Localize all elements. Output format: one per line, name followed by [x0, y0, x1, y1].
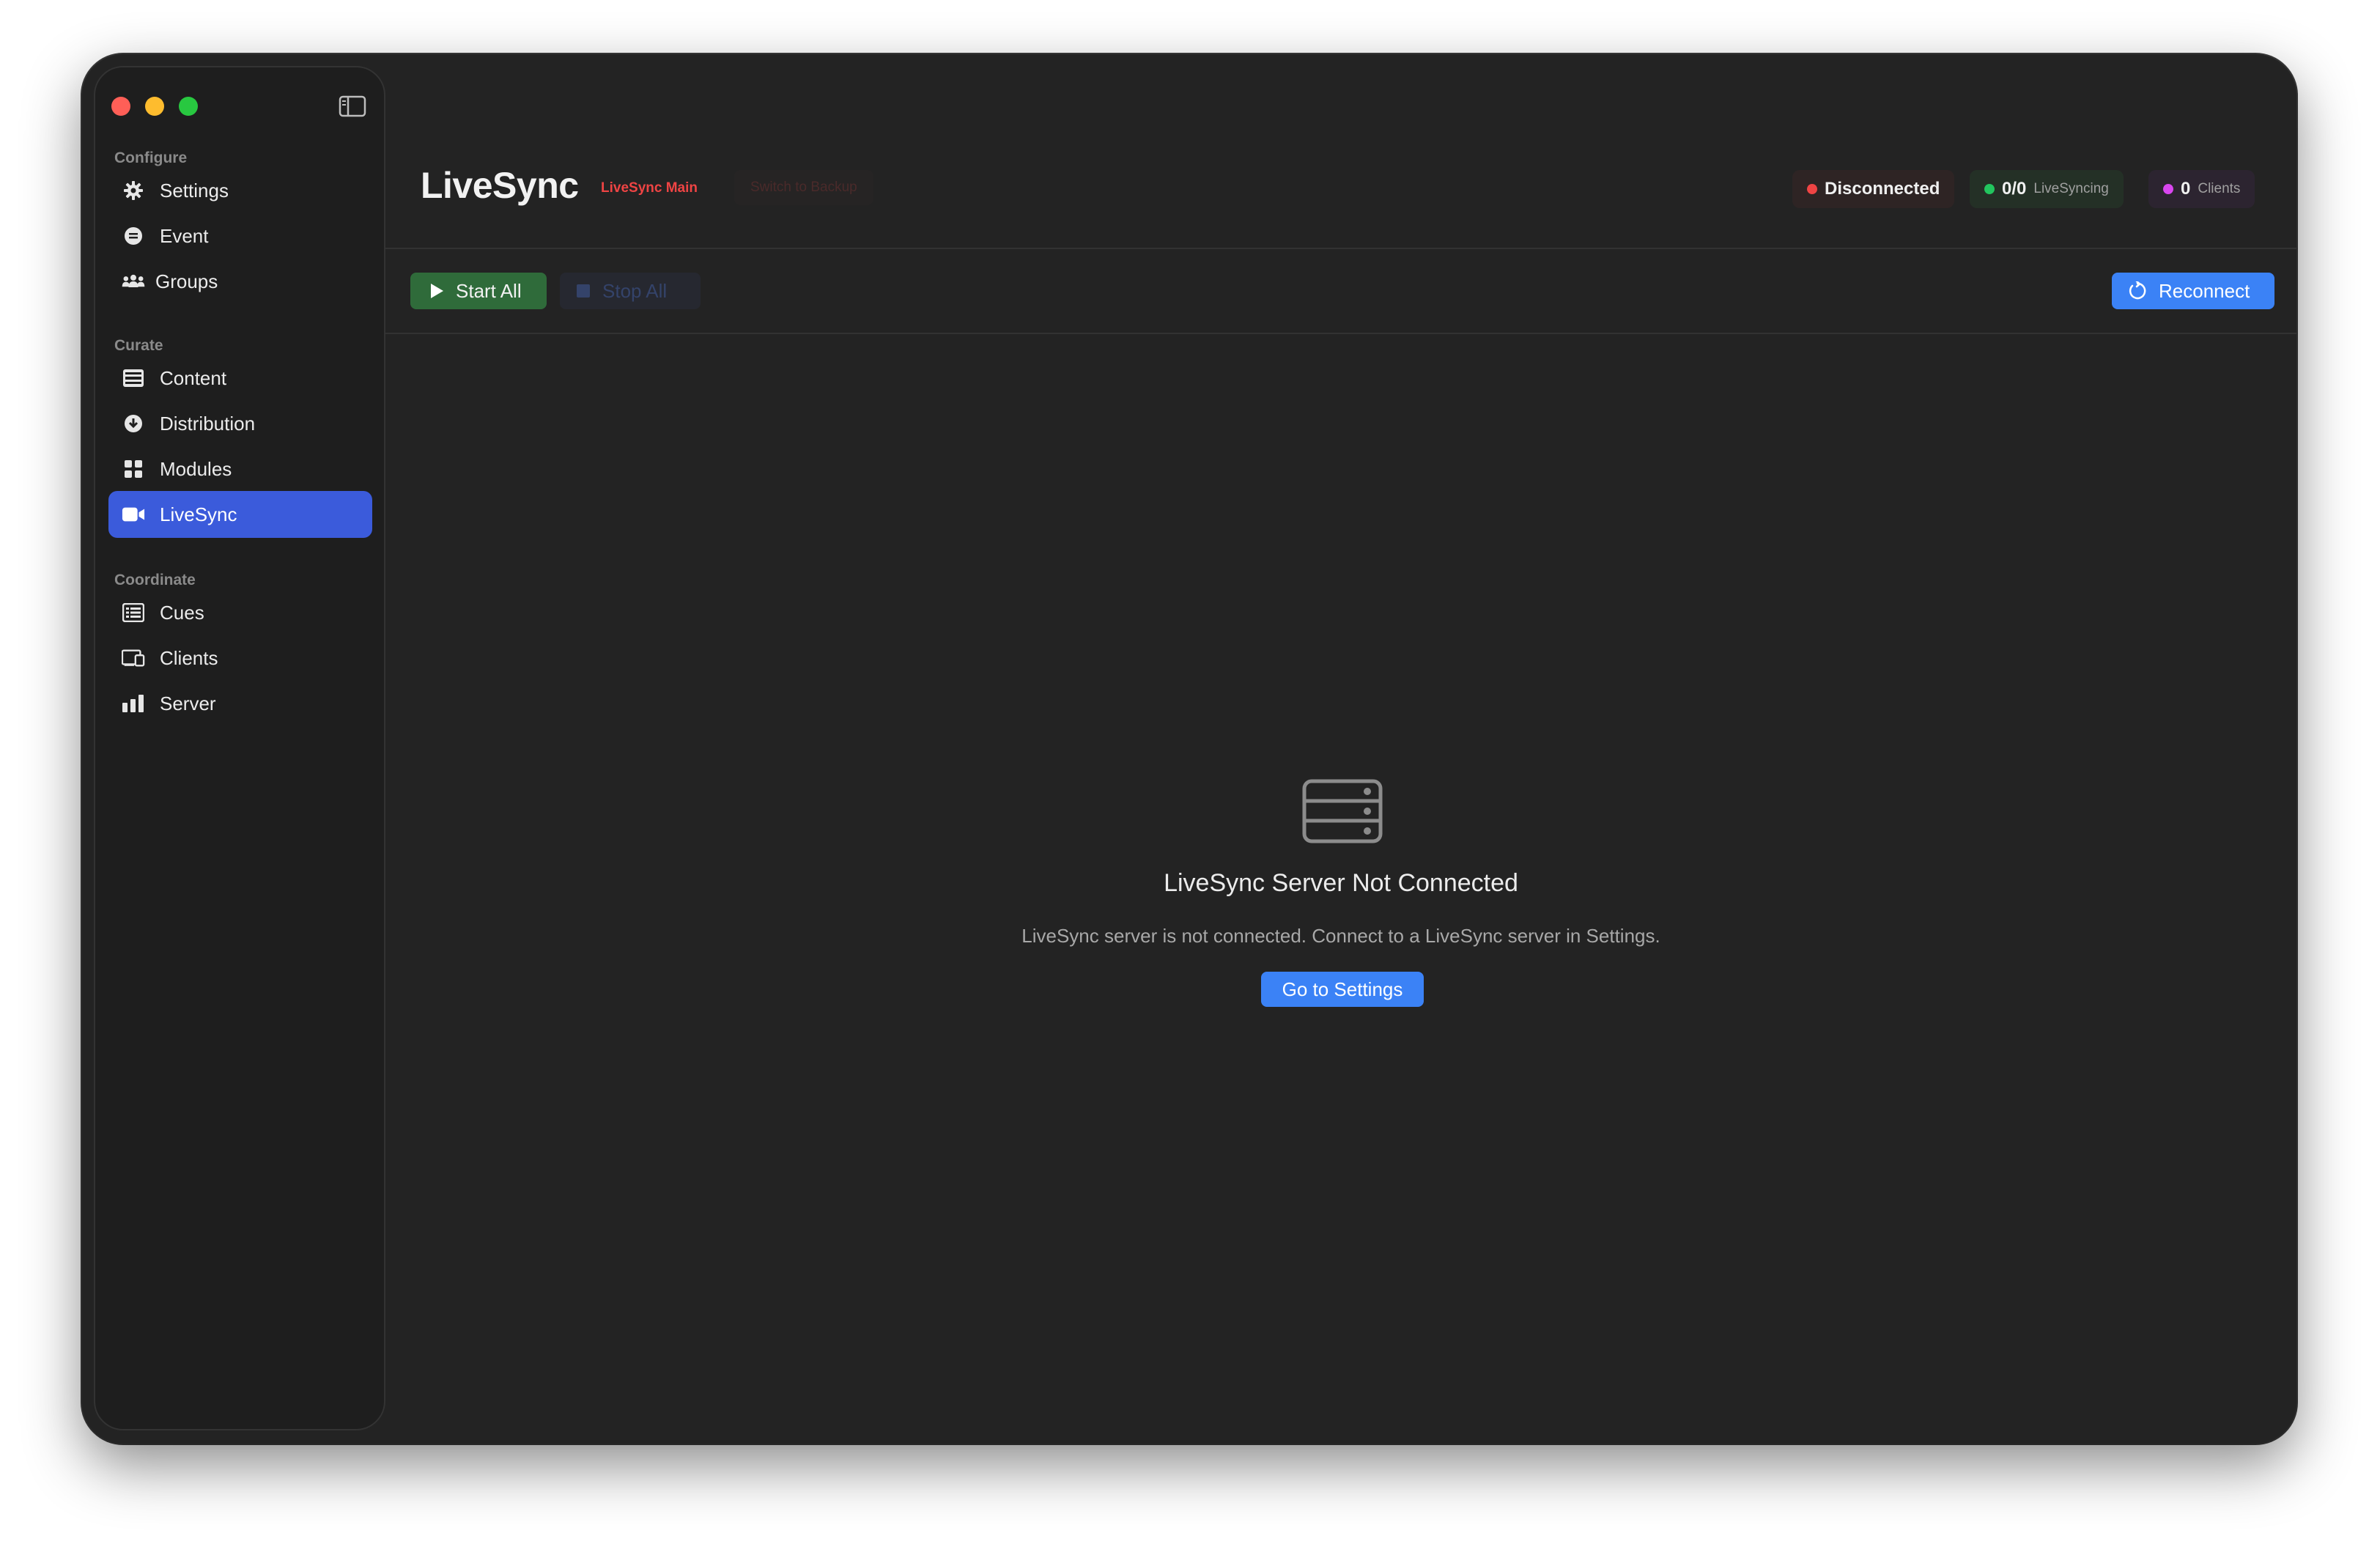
- sidebar-item-label: Event: [160, 224, 209, 247]
- clients-status-badge: 0 Clients: [2148, 170, 2255, 208]
- livesyncing-label: LiveSyncing: [2033, 181, 2109, 196]
- sidebar-item-settings[interactable]: Settings: [108, 167, 372, 214]
- server-role-tag: LiveSync Main: [601, 180, 698, 196]
- sidebar-item-label: Settings: [160, 179, 229, 202]
- app-window: Configure Settings Event Groups Curate C…: [82, 54, 2296, 1444]
- clients-label: Clients: [2198, 181, 2241, 196]
- sidebar-item-livesync[interactable]: LiveSync: [108, 491, 372, 538]
- sidebar-item-label: Modules: [160, 457, 232, 480]
- sidebar-item-server[interactable]: Server: [108, 680, 372, 727]
- grid-icon: [122, 457, 145, 481]
- gear-icon: [122, 179, 145, 202]
- stop-all-label: Stop All: [602, 279, 668, 302]
- sidebar-item-label: Content: [160, 366, 227, 389]
- go-to-settings-button[interactable]: Go to Settings: [1261, 972, 1424, 1007]
- calendar-icon: [122, 224, 145, 248]
- section-label-configure: Configure: [114, 149, 188, 166]
- toolbar-divider: [385, 333, 2296, 334]
- empty-state-description: LiveSync server is not connected. Connec…: [1021, 925, 1660, 947]
- status-dot-icon: [1807, 184, 1817, 194]
- server-rack-icon: [1301, 778, 1383, 844]
- start-all-label: Start All: [456, 279, 522, 302]
- people-icon: [122, 270, 145, 293]
- bar-chart-icon: [122, 692, 145, 715]
- film-icon: [122, 366, 145, 390]
- connection-status-text: Disconnected: [1825, 179, 1940, 199]
- play-icon: [429, 283, 444, 299]
- close-window-button[interactable]: [111, 97, 130, 116]
- clients-count: 0: [2181, 179, 2191, 199]
- connection-status-badge: Disconnected: [1792, 170, 1955, 208]
- header-divider: [385, 248, 2296, 249]
- status-dot-icon: [1984, 184, 1995, 194]
- page-title: LiveSync: [421, 165, 579, 206]
- sidebar-item-label: LiveSync: [160, 503, 237, 525]
- switch-to-backup-button[interactable]: Switch to Backup: [734, 170, 873, 205]
- download-circle-icon: [122, 412, 145, 435]
- empty-state-title: LiveSync Server Not Connected: [1164, 869, 1518, 897]
- stop-all-button[interactable]: Stop All: [560, 273, 701, 309]
- stop-icon: [576, 284, 591, 298]
- sidebar: Configure Settings Event Groups Curate C…: [94, 66, 385, 1430]
- livesyncing-status-badge: 0/0 LiveSyncing: [1970, 170, 2124, 208]
- status-dot-icon: [2163, 184, 2173, 194]
- section-label-coordinate: Coordinate: [114, 572, 196, 588]
- sidebar-item-clients[interactable]: Clients: [108, 635, 372, 682]
- devices-icon: [122, 646, 145, 670]
- sidebar-toggle-icon[interactable]: [339, 95, 366, 117]
- minimize-window-button[interactable]: [145, 97, 164, 116]
- reconnect-label: Reconnect: [2159, 279, 2250, 302]
- list-icon: [122, 601, 145, 624]
- section-label-curate: Curate: [114, 337, 163, 354]
- sidebar-item-groups[interactable]: Groups: [108, 258, 372, 305]
- refresh-icon: [2128, 281, 2147, 300]
- zoom-window-button[interactable]: [179, 97, 198, 116]
- sidebar-item-content[interactable]: Content: [108, 355, 372, 402]
- sidebar-item-label: Groups: [155, 270, 218, 292]
- sidebar-item-label: Clients: [160, 646, 218, 669]
- reconnect-button[interactable]: Reconnect: [2112, 273, 2274, 309]
- sidebar-item-cues[interactable]: Cues: [108, 589, 372, 636]
- sidebar-item-label: Cues: [160, 601, 204, 624]
- sidebar-item-modules[interactable]: Modules: [108, 446, 372, 492]
- sidebar-item-label: Server: [160, 692, 216, 714]
- sidebar-item-label: Distribution: [160, 412, 256, 435]
- video-camera-icon: [122, 503, 145, 526]
- sidebar-item-distribution[interactable]: Distribution: [108, 400, 372, 447]
- start-all-button[interactable]: Start All: [410, 273, 547, 309]
- livesyncing-count: 0/0: [2002, 179, 2027, 199]
- sidebar-item-event[interactable]: Event: [108, 213, 372, 259]
